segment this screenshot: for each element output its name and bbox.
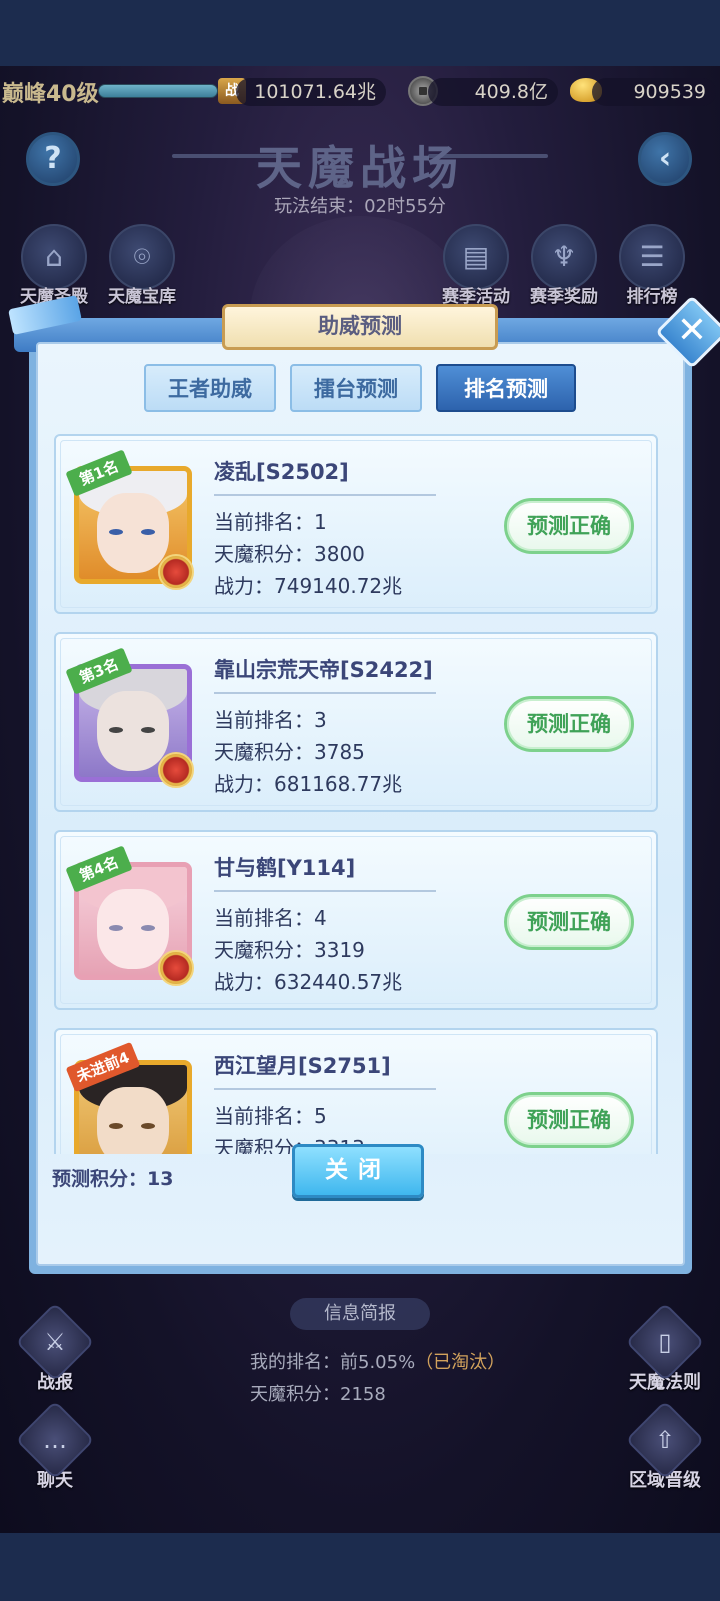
eliminated-status: （已淘汰） — [415, 1352, 506, 1373]
tianmo-score: 天魔积分：3319 — [214, 938, 365, 962]
trophy-icon: ♆ — [531, 224, 597, 290]
palace-icon: ⌂ — [21, 224, 87, 290]
prediction-list[interactable]: 第1名 凌乱[S2502] 当前排名：1 天魔积分：3800 战力：749140… — [44, 434, 674, 1154]
list-item: 第4名 甘与鹤[Y114] 当前排名：4 天魔积分：3319 战力：632440… — [54, 830, 658, 1010]
list-item: 未进前4 西江望月[S2751] 当前排名：5 天魔积分：3313 预测正确 — [54, 1028, 658, 1154]
list-item: 第3名 靠山宗荒天帝[S2422] 当前排名：3 天魔积分：3785 战力：68… — [54, 632, 658, 812]
nav-palace[interactable]: ⌂ 天魔圣殿 — [16, 224, 92, 307]
modal-title: 助威预测 — [222, 304, 498, 350]
medal-icon — [158, 554, 194, 590]
status-bar-area — [0, 0, 720, 66]
resource-bar: 巅峰40级 战 101071.64兆 409.8亿 909539 — [0, 66, 720, 120]
book-icon: ▯ — [658, 1328, 672, 1356]
game-scene: 巅峰40级 战 101071.64兆 409.8亿 909539 ? 天魔战场 … — [0, 66, 720, 1533]
battle-report-icon: ⚔ — [44, 1328, 66, 1356]
nav-season-activity[interactable]: ▤ 赛季活动 — [438, 224, 514, 307]
combat-power: 战力：632440.57兆 — [214, 970, 403, 994]
rules-button[interactable]: ▯ 天魔法则 — [620, 1302, 710, 1394]
nav-season-rewards[interactable]: ♆ 赛季奖励 — [526, 224, 602, 307]
close-icon: ✕ — [676, 310, 708, 351]
prediction-result-button[interactable]: 预测正确 — [504, 498, 634, 554]
chat-button[interactable]: … 聊天 — [10, 1400, 100, 1492]
combat-power: 战力：749140.72兆 — [214, 574, 403, 598]
tab-arena-predict[interactable]: 擂台预测 — [290, 364, 422, 412]
current-rank: 当前排名：4 — [214, 906, 327, 930]
info-brief-title: 信息简报 — [290, 1298, 430, 1330]
combat-power: 战力：681168.77兆 — [214, 772, 403, 796]
gold-value: 909539 — [592, 78, 716, 106]
navigation-bar-area — [0, 1533, 720, 1601]
tab-king-cheer[interactable]: 王者助威 — [144, 364, 276, 412]
current-rank: 当前排名：5 — [214, 1104, 327, 1128]
prediction-result-button[interactable]: 预测正确 — [504, 1092, 634, 1148]
tianmo-score: 天魔积分：3785 — [214, 740, 365, 764]
event-countdown: 玩法结束：02时55分 — [274, 196, 446, 217]
tab-rank-predict[interactable]: 排名预测 — [436, 364, 576, 412]
medal-icon — [158, 950, 194, 986]
nav-treasury[interactable]: ⌾ 天魔宝库 — [104, 224, 180, 307]
player-name: 甘与鹤[Y114] — [214, 856, 356, 880]
leaderboard-icon: ☰ — [619, 224, 685, 290]
upgrade-arrow-icon: ⇧ — [654, 1426, 676, 1454]
my-score: 天魔积分：2158 — [250, 1384, 386, 1405]
power-value: 101071.64兆 — [236, 78, 386, 106]
chat-bubble-icon: … — [43, 1426, 67, 1454]
silver-value: 409.8亿 — [428, 78, 558, 106]
region-promotion-button[interactable]: ⇧ 区域晋级 — [620, 1400, 710, 1492]
player-name: 西江望月[S2751] — [214, 1054, 391, 1078]
level-label: 巅峰40级 — [2, 82, 99, 107]
battle-report-button[interactable]: ⚔ 战报 — [10, 1302, 100, 1394]
exp-bar — [98, 84, 218, 98]
current-rank: 当前排名：3 — [214, 708, 327, 732]
tianmo-score: 天魔积分：3800 — [214, 542, 365, 566]
medal-icon — [158, 752, 194, 788]
back-button[interactable]: ‹ — [638, 132, 692, 186]
nav-leaderboard[interactable]: ☰ 排行榜 — [614, 224, 690, 307]
my-rank: 我的排名：前5.05%（已淘汰） — [250, 1352, 506, 1373]
page-title: 天魔战场 — [256, 141, 464, 195]
close-button[interactable]: 关闭 — [292, 1144, 424, 1198]
current-rank: 当前排名：1 — [214, 510, 327, 534]
prediction-result-button[interactable]: 预测正确 — [504, 696, 634, 752]
player-name: 靠山宗荒天帝[S2422] — [214, 658, 433, 682]
player-name: 凌乱[S2502] — [214, 460, 349, 484]
prediction-score: 预测积分：13 — [52, 1168, 174, 1190]
back-arrow-icon: ‹ — [658, 141, 672, 176]
scroll-icon: ▤ — [443, 224, 509, 290]
list-item: 第1名 凌乱[S2502] 当前排名：1 天魔积分：3800 战力：749140… — [54, 434, 658, 614]
treasury-icon: ⌾ — [109, 224, 175, 290]
prediction-result-button[interactable]: 预测正确 — [504, 894, 634, 950]
